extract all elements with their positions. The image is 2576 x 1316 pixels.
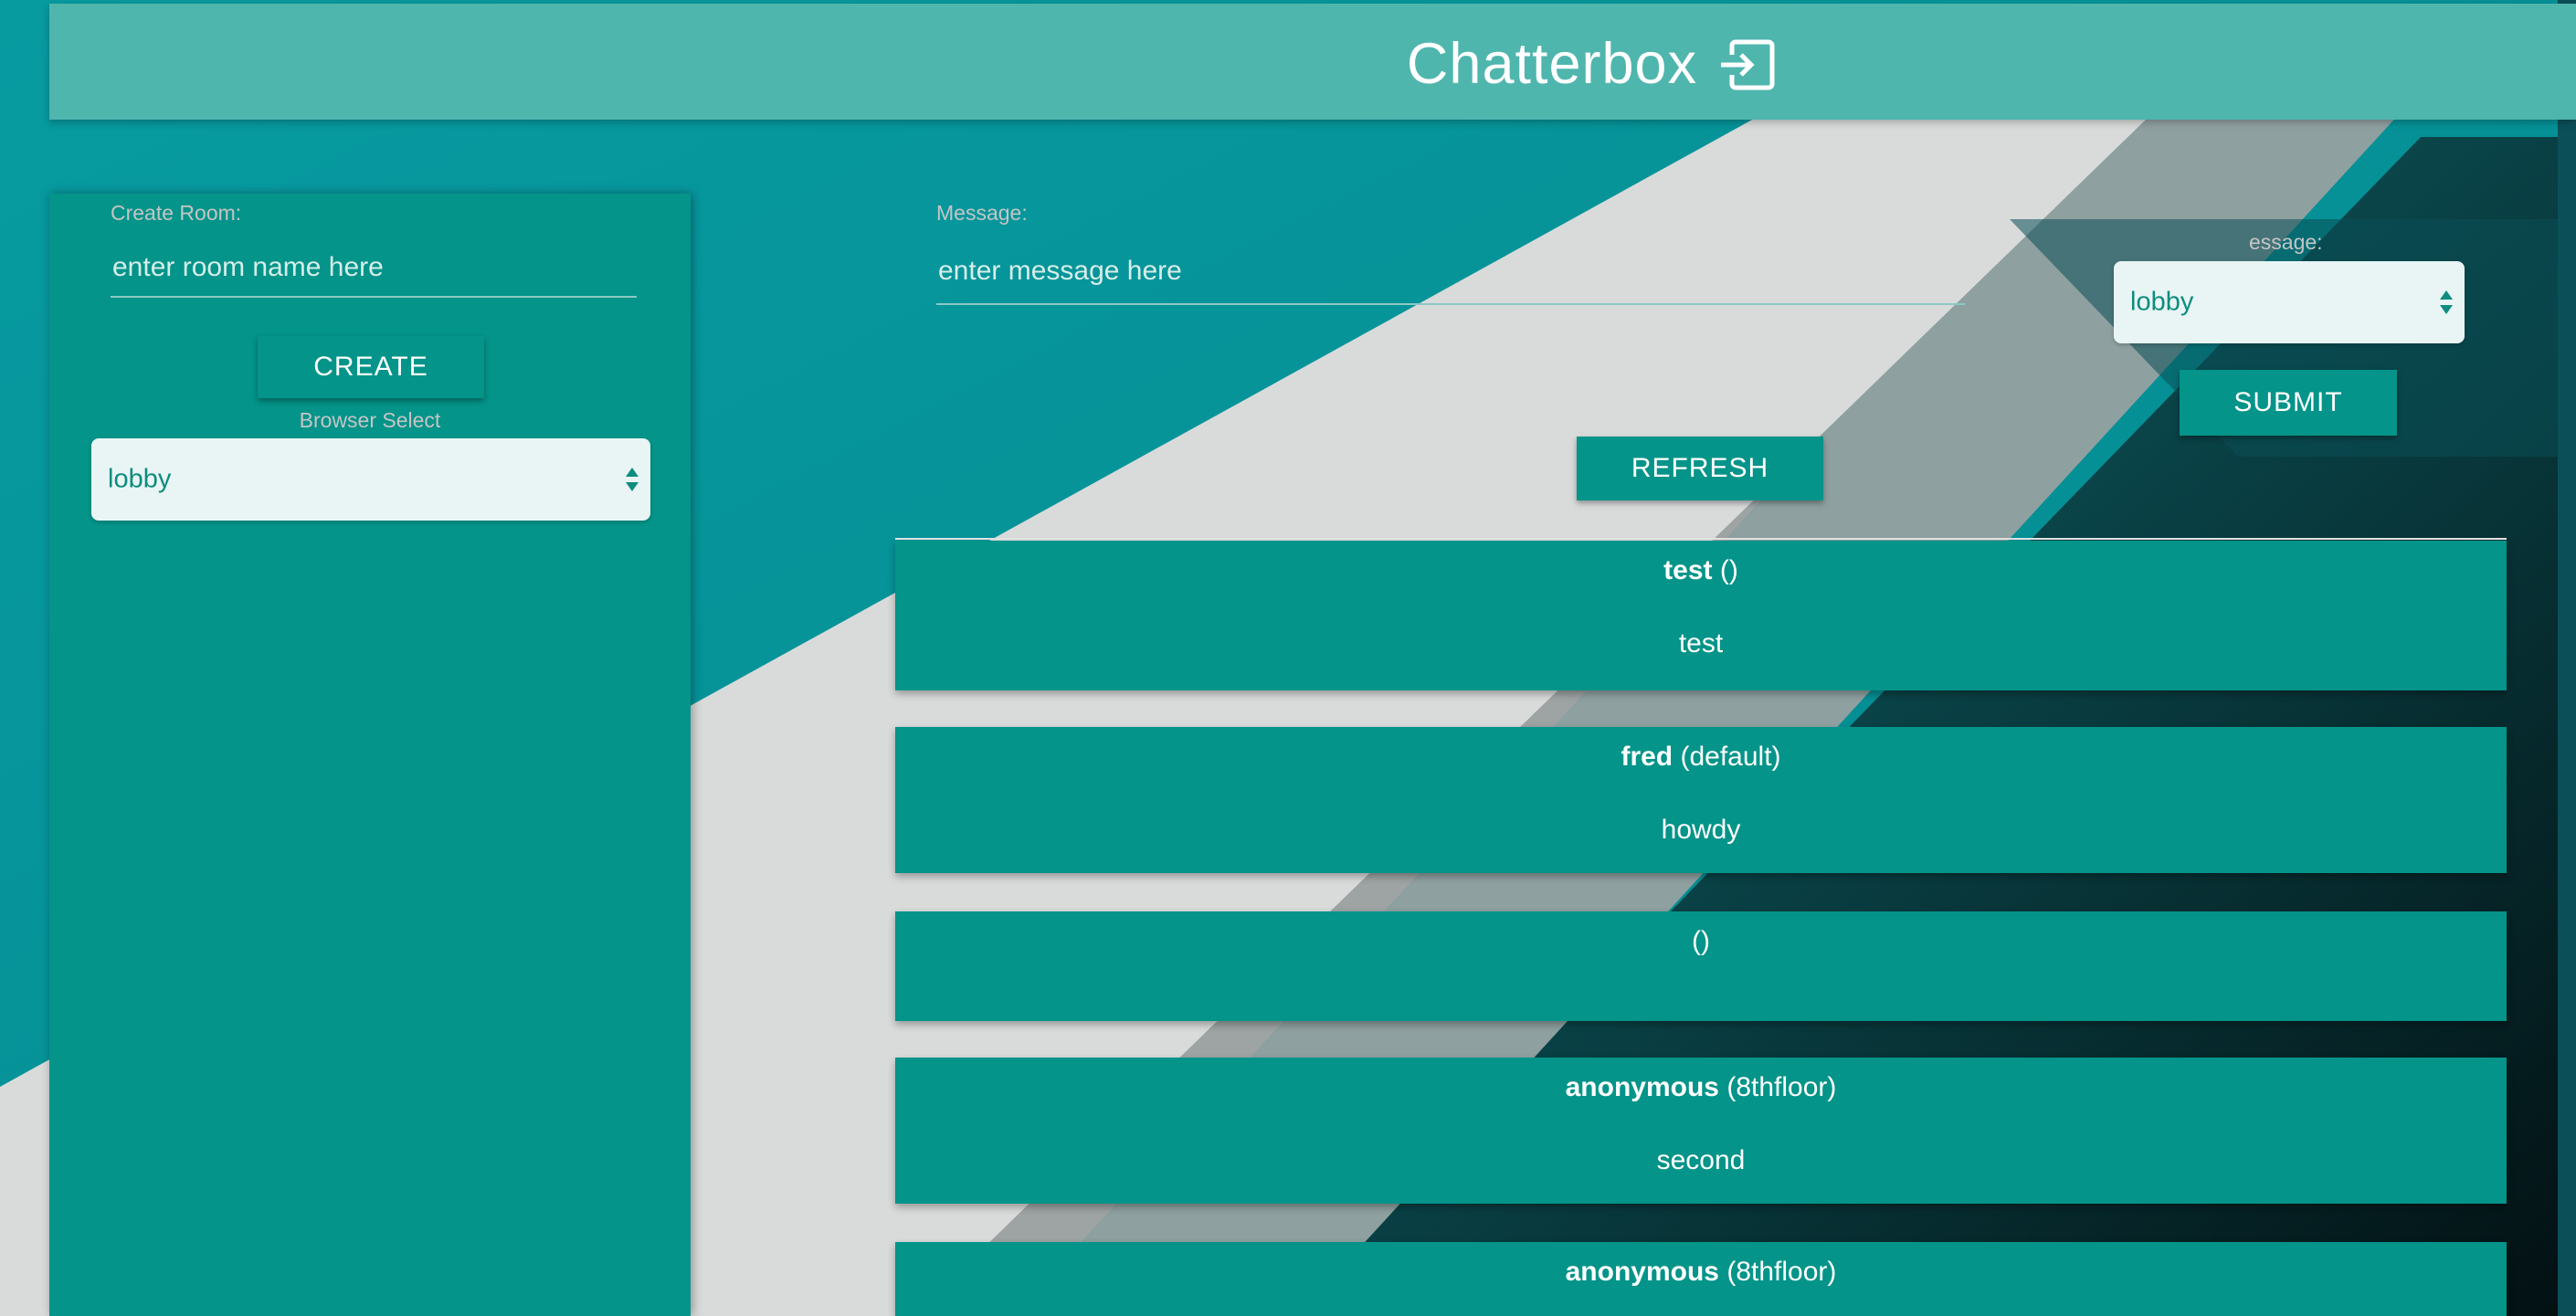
browser-select-label: Browser Select — [299, 408, 441, 432]
message-user: test — [1663, 555, 1713, 585]
browser-select-value: lobby — [108, 464, 172, 494]
message-user: fred — [1621, 742, 1673, 772]
message-header: () — [895, 926, 2507, 957]
message-label: Message: — [936, 201, 1028, 225]
app-title: Chatterbox — [1406, 32, 1698, 96]
message-room-select[interactable]: lobby — [2114, 261, 2465, 343]
message-card: () — [895, 911, 2507, 1021]
messages-divider — [895, 538, 2507, 540]
message-card: fred (default) howdy — [895, 727, 2507, 873]
message-room: (8thfloor) — [1726, 1257, 1837, 1287]
message-room: (default) — [1680, 742, 1781, 772]
select-arrows-icon — [2440, 290, 2453, 314]
message-header: anonymous (8thfloor) — [895, 1072, 2507, 1103]
room-select-label: essage: — [2249, 230, 2323, 254]
message-room-select-value: lobby — [2130, 287, 2194, 317]
sidebar-panel: Create Room: CREATE Browser Select lobby — [49, 194, 691, 1316]
submit-button[interactable]: SUBMIT — [2180, 370, 2397, 436]
message-room: (8thfloor) — [1726, 1072, 1837, 1102]
message-card: anonymous (8thfloor) — [895, 1242, 2507, 1316]
message-input[interactable] — [936, 239, 1965, 305]
logout-icon[interactable] — [1719, 38, 1776, 91]
message-room: () — [1719, 555, 1738, 585]
message-text: test — [1678, 628, 1724, 658]
message-card: test () test — [895, 541, 2507, 690]
create-room-button[interactable]: CREATE — [258, 336, 484, 398]
message-room: () — [1692, 926, 1710, 956]
select-arrows-icon — [626, 468, 639, 491]
message-text: howdy — [1661, 815, 1741, 845]
message-user: anonymous — [1565, 1072, 1719, 1102]
refresh-button[interactable]: REFRESH — [1577, 437, 1823, 500]
browser-room-select[interactable]: lobby — [91, 438, 650, 521]
room-name-input[interactable] — [111, 239, 637, 298]
create-room-label: Create Room: — [111, 201, 242, 225]
message-header: fred (default) — [895, 742, 2507, 773]
app-header: Chatterbox — [49, 4, 2576, 120]
message-user: anonymous — [1565, 1257, 1719, 1287]
message-text: second — [1656, 1145, 1746, 1175]
message-header: test () — [895, 555, 2507, 586]
message-header: anonymous (8thfloor) — [895, 1257, 2507, 1288]
message-card: anonymous (8thfloor) second — [895, 1058, 2507, 1204]
